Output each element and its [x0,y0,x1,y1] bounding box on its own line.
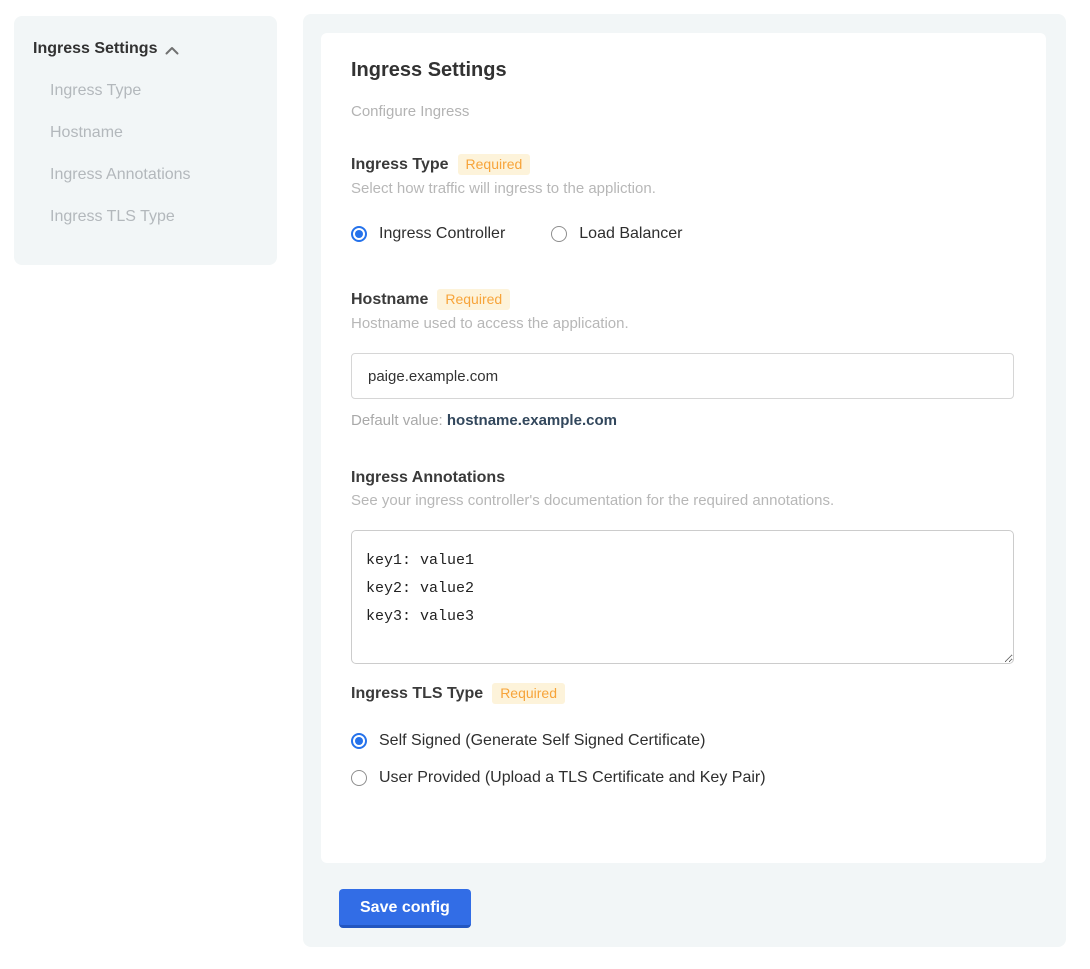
ingress-type-help: Select how traffic will ingress to the a… [351,180,1016,197]
config-nav-sidebar: Ingress Settings Ingress Type Hostname I… [14,16,277,265]
required-badge: Required [492,683,565,704]
ingress-annotations-textarea[interactable] [351,530,1014,664]
page: Ingress Settings Ingress Type Hostname I… [0,0,1090,969]
default-value-text: hostname.example.com [447,412,617,429]
sidebar-item-ingress-tls-type[interactable]: Ingress TLS Type [33,208,257,226]
ingress-annotations-label: Ingress Annotations [351,469,505,487]
page-title: Ingress Settings [351,59,1016,82]
hostname-help: Hostname used to access the application. [351,315,1016,332]
radio-ingress-controller[interactable]: Ingress Controller [351,225,505,243]
hostname-input[interactable] [351,353,1014,399]
required-badge: Required [458,154,531,175]
ingress-tls-type-label: Ingress TLS Type [351,685,483,703]
required-badge: Required [437,289,510,310]
radio-load-balancer[interactable]: Load Balancer [551,225,682,243]
sidebar-group-ingress-settings[interactable]: Ingress Settings [33,40,257,58]
hostname-label: Hostname [351,291,428,309]
sidebar-item-ingress-type[interactable]: Ingress Type [33,82,257,100]
radio-dot-user-provided[interactable] [351,770,367,786]
chevron-up-icon [165,46,179,55]
sidebar-item-ingress-annotations[interactable]: Ingress Annotations [33,166,257,184]
config-main-panel: Ingress Settings Configure Ingress Ingre… [303,14,1066,947]
page-subtitle: Configure Ingress [351,103,1016,120]
hostname-default-line: Default value: hostname.example.com [351,412,1016,429]
radio-user-provided[interactable]: User Provided (Upload a TLS Certificate … [351,769,1016,787]
tls-type-radio-group: Self Signed (Generate Self Signed Certif… [351,732,1016,787]
group-ingress-annotations: Ingress Annotations See your ingress con… [351,469,1016,669]
radio-label: Ingress Controller [379,225,505,243]
ingress-type-radio-group: Ingress Controller Load Balancer [351,225,1016,243]
group-hostname: Hostname Required Hostname used to acces… [351,289,1016,429]
sidebar-item-list: Ingress Type Hostname Ingress Annotation… [33,82,257,226]
radio-dot-self-signed[interactable] [351,733,367,749]
radio-self-signed[interactable]: Self Signed (Generate Self Signed Certif… [351,732,1016,750]
config-card: Ingress Settings Configure Ingress Ingre… [321,33,1046,863]
ingress-annotations-help: See your ingress controller's documentat… [351,492,1016,509]
radio-label: Load Balancer [579,225,682,243]
save-config-button[interactable]: Save config [339,889,471,928]
sidebar-group-label: Ingress Settings [33,40,157,58]
default-value-prefix: Default value: [351,412,447,429]
radio-dot-ingress-controller[interactable] [351,226,367,242]
radio-dot-load-balancer[interactable] [551,226,567,242]
ingress-type-label: Ingress Type [351,156,449,174]
radio-label: User Provided (Upload a TLS Certificate … [379,769,766,787]
group-ingress-tls-type: Ingress TLS Type Required Self Signed (G… [351,683,1016,787]
sidebar-item-hostname[interactable]: Hostname [33,124,257,142]
group-ingress-type: Ingress Type Required Select how traffic… [351,154,1016,243]
radio-label: Self Signed (Generate Self Signed Certif… [379,732,705,750]
